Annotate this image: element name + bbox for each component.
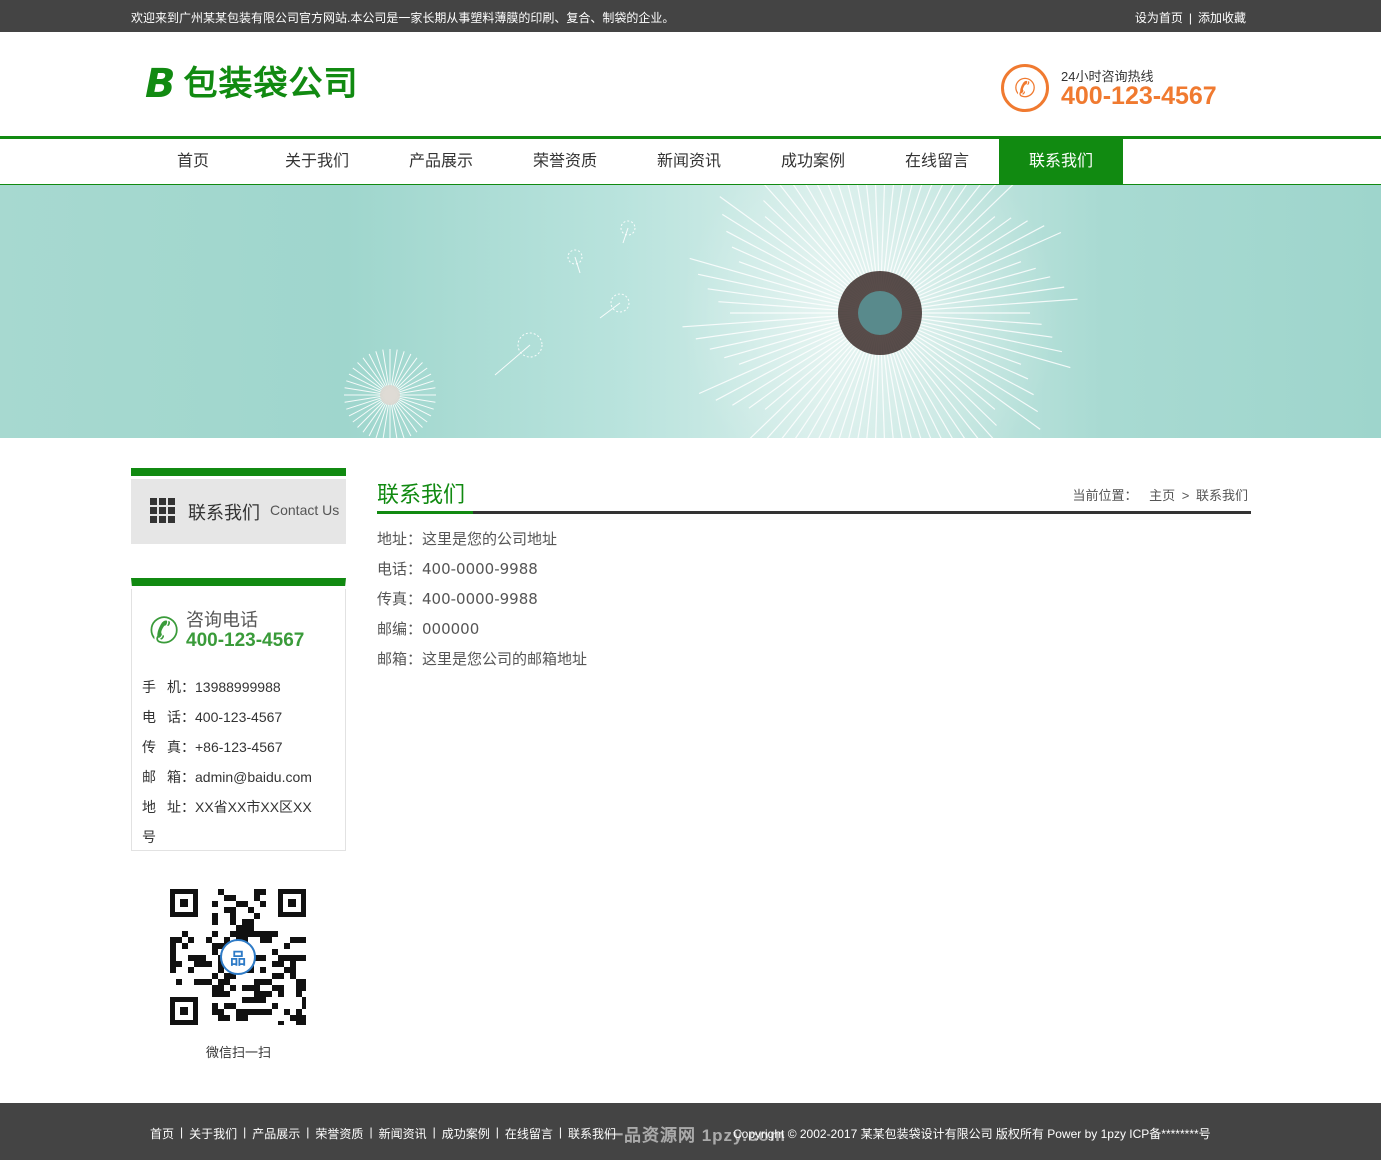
sidebar-section-title: 联系我们 <box>188 503 260 523</box>
contact-row-mobile: 手机：13988999988 <box>142 679 281 695</box>
watermark: 一品资源网 1pzy.com <box>606 1126 786 1145</box>
sidebar-section-header: 联系我们 Contact Us <box>131 468 346 544</box>
logo-mark: B <box>145 61 176 107</box>
phone-icon: ✆ <box>1001 64 1049 112</box>
main-nav: 首页 关于我们 产品展示 荣誉资质 新闻资讯 成功案例 在线留言 联系我们 <box>0 139 1381 185</box>
hero-banner <box>0 185 1381 438</box>
sidebar-section-en: Contact Us <box>270 502 340 518</box>
nav-item-news[interactable]: 新闻资讯 <box>627 139 751 184</box>
welcome-text: 欢迎来到广州某某包装有限公司官方网站.本公司是一家长期从事塑料薄膜的印刷、复合、… <box>131 11 675 25</box>
footer-links: 首页 | 关于我们 | 产品展示 | 荣誉资质 | 新闻资讯 | 成功案例 | 在线留言 | … <box>150 1125 616 1142</box>
title-divider <box>377 511 1251 514</box>
nav-item-home[interactable]: 首页 <box>131 139 255 184</box>
logo[interactable]: B 包装袋公司 <box>145 62 359 106</box>
breadcrumb: 当前位置： 主页 > 联系我们 <box>1072 485 1248 504</box>
contact-row-address-cont: 号 <box>142 829 156 845</box>
top-links: 设为首页 | 添加收藏 <box>1135 9 1246 26</box>
page-title: 联系我们 <box>377 482 466 507</box>
footer-link-about[interactable]: 关于我们 <box>189 1125 237 1142</box>
set-homepage-link[interactable]: 设为首页 <box>1135 11 1183 25</box>
breadcrumb-label: 当前位置： <box>1072 488 1138 503</box>
footer-link-products[interactable]: 产品展示 <box>252 1125 300 1142</box>
contact-row-address: 地址：XX省XX市XX区XX <box>142 799 312 815</box>
site-footer: 首页 | 关于我们 | 产品展示 | 荣誉资质 | 新闻资讯 | 成功案例 | 在线留言 | … <box>0 1103 1381 1160</box>
breadcrumb-separator: > <box>1181 488 1190 503</box>
telephone-icon: ✆ <box>149 610 180 651</box>
hotline: ✆ 24小时咨询热线 400-123-4567 <box>1001 64 1241 114</box>
qr-caption: 微信扫一扫 <box>205 1045 271 1060</box>
add-favorite-link[interactable]: 添加收藏 <box>1198 11 1246 25</box>
breadcrumb-home-link[interactable]: 主页 <box>1149 488 1175 503</box>
contact-postcode: 邮编：000000 <box>377 620 480 638</box>
logo-text: 包装袋公司 <box>183 64 359 104</box>
contact-address: 地址：这里是您的公司地址 <box>377 530 558 548</box>
site-header: B 包装袋公司 ✆ 24小时咨询热线 400-123-4567 <box>0 32 1381 136</box>
nav-item-products[interactable]: 产品展示 <box>379 139 503 184</box>
copyright: Copyright © 2002-2017 某某包装袋设计有限公司 版权所有 P… <box>733 1127 1211 1141</box>
footer-link-honors[interactable]: 荣誉资质 <box>315 1125 363 1142</box>
grid-icon <box>150 498 176 524</box>
footer-link-message[interactable]: 在线留言 <box>505 1125 553 1142</box>
sidebar-contact-box: ✆ 咨询电话 400-123-4567 手机：13988999988 电话：40… <box>131 578 346 851</box>
contact-phone: 电话：400-0000-9988 <box>377 560 538 578</box>
contact-details: 地址：这里是您的公司地址 电话：400-0000-9988 传真：400-000… <box>377 528 587 678</box>
nav-item-message[interactable]: 在线留言 <box>875 139 999 184</box>
contact-row-fax: 传真：+86-123-4567 <box>142 739 283 755</box>
hotline-number: 400-123-4567 <box>1061 82 1217 110</box>
contact-fax: 传真：400-0000-9988 <box>377 590 538 608</box>
top-links-separator: | <box>1188 11 1192 25</box>
contact-row-email: 邮箱：admin@baidu.com <box>142 769 312 785</box>
contact-row-phone: 电话：400-123-4567 <box>142 709 283 725</box>
consult-phone-number: 400-123-4567 <box>186 630 305 651</box>
footer-link-news[interactable]: 新闻资讯 <box>379 1125 427 1142</box>
contact-rows: 手机：13988999988 电话：400-123-4567 传真：+86-12… <box>142 677 342 857</box>
contact-email: 邮箱：这里是您公司的邮箱地址 <box>377 650 588 668</box>
nav-item-honors[interactable]: 荣誉资质 <box>503 139 627 184</box>
nav-item-about[interactable]: 关于我们 <box>255 139 379 184</box>
dandelion-illustration <box>344 185 1078 438</box>
nav-item-cases[interactable]: 成功案例 <box>751 139 875 184</box>
footer-link-home[interactable]: 首页 <box>150 1125 174 1142</box>
wechat-qr-code: 品 <box>170 889 308 1027</box>
nav-item-contact[interactable]: 联系我们 <box>999 139 1123 184</box>
consult-phone-title: 咨询电话 <box>186 610 258 630</box>
breadcrumb-current[interactable]: 联系我们 <box>1196 488 1248 503</box>
qr-center-logo-icon: 品 <box>220 939 256 975</box>
top-bar: 欢迎来到广州某某包装有限公司官方网站.本公司是一家长期从事塑料薄膜的印刷、复合、… <box>0 0 1381 32</box>
footer-link-cases[interactable]: 成功案例 <box>442 1125 490 1142</box>
